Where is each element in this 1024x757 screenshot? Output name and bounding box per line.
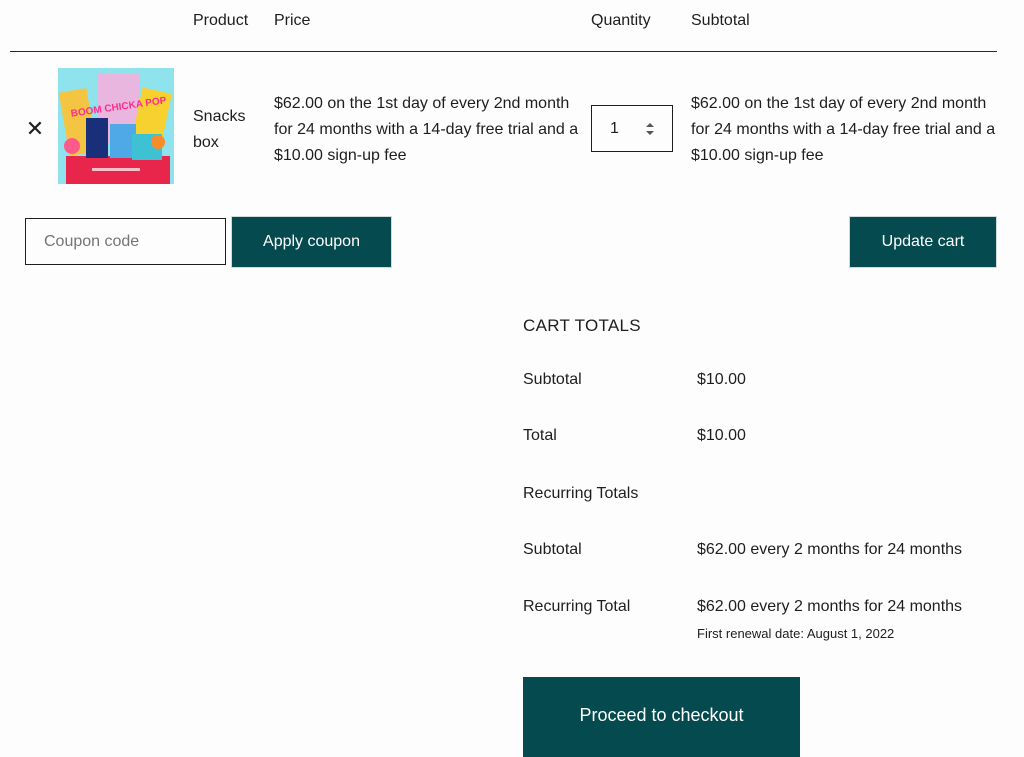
close-icon[interactable]: ✕ [26,116,44,141]
product-subtotal: $62.00 on the 1st day of every 2nd month… [691,95,996,164]
recurring-total-label: Recurring Total [523,598,631,615]
quantity-value[interactable]: 1 [610,120,619,138]
column-header-subtotal: Subtotal [691,12,750,29]
proceed-to-checkout-button[interactable]: Proceed to checkout [523,677,800,757]
column-header-quantity: Quantity [591,12,651,29]
product-price: $62.00 on the 1st day of every 2nd month… [274,95,579,164]
column-header-price: Price [274,12,311,29]
recurring-subtotal-label: Subtotal [523,541,582,558]
first-renewal-date: First renewal date: August 1, 2022 [697,626,895,641]
header-divider [10,51,997,52]
spinner-arrows-icon[interactable] [644,122,656,136]
quantity-stepper[interactable]: 1 [591,105,673,152]
recurring-subtotal-value: $62.00 every 2 months for 24 months [697,541,963,558]
column-header-product: Product [193,12,249,29]
apply-coupon-button[interactable]: Apply coupon [231,216,392,268]
coupon-code-input[interactable]: Coupon code [25,218,226,265]
snack-box-image: BOOM CHICKA POP [58,68,174,184]
product-thumbnail[interactable]: BOOM CHICKA POP [58,68,174,184]
product-name-link[interactable]: Snacks box [193,104,263,156]
recurring-total-value: $62.00 every 2 months for 24 months [697,598,963,615]
cart-totals-heading: CART TOTALS [523,316,641,335]
remove-item-button[interactable]: ✕ [24,118,46,140]
recurring-totals-heading: Recurring Totals [523,485,639,502]
coupon-placeholder: Coupon code [44,233,140,250]
update-cart-button[interactable]: Update cart [849,216,997,268]
subtotal-value: $10.00 [697,371,746,388]
total-label: Total [523,427,557,444]
total-value: $10.00 [697,427,746,444]
subtotal-label: Subtotal [523,371,582,388]
